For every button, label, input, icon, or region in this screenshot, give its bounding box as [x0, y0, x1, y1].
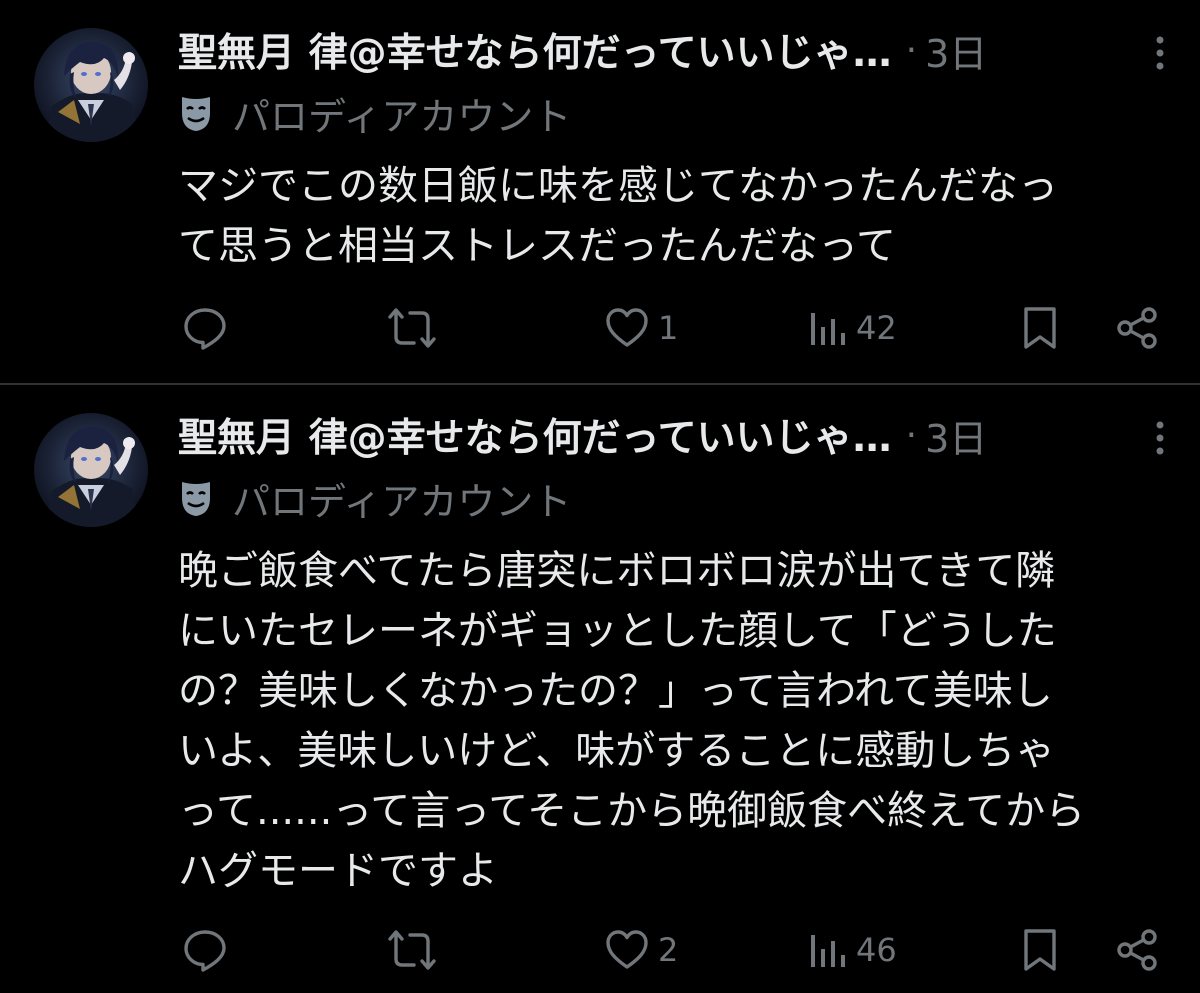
- view-count: 46: [856, 931, 897, 969]
- bookmark-icon: [1024, 307, 1056, 349]
- display-name[interactable]: 聖無月 律@幸せなら何だっていいじゃ…: [178, 22, 892, 78]
- like-button[interactable]: 2: [604, 920, 678, 980]
- action-bar: 1 42: [0, 298, 1200, 358]
- retweet-icon: [388, 930, 436, 970]
- post-time[interactable]: 3日: [925, 23, 987, 78]
- account-label: パロディアカウント: [178, 473, 572, 524]
- post-text: マジでこの数日飯に味を感じてなかったんだなっ て思うと相当ストレスだったんだなっ…: [178, 163, 1058, 269]
- avatar[interactable]: [34, 28, 148, 142]
- post[interactable]: 聖無月 律@幸せなら何だっていいじゃ… · 3日 パロディアカウント マジでこの…: [0, 0, 1200, 384]
- avatar[interactable]: [34, 413, 148, 527]
- reply-button[interactable]: [182, 920, 236, 980]
- post-time[interactable]: 3日: [925, 408, 987, 463]
- post[interactable]: 聖無月 律@幸せなら何だっていいじゃ… · 3日 パロディアカウント 晩ご飯食べ…: [0, 385, 1200, 993]
- share-icon: [1117, 307, 1157, 349]
- account-label: パロディアカウント: [178, 88, 572, 139]
- bookmark-button[interactable]: [1020, 298, 1060, 358]
- more-options-icon[interactable]: [1144, 419, 1176, 457]
- reply-button[interactable]: [182, 298, 236, 358]
- heart-icon: [606, 308, 648, 347]
- heart-icon: [606, 930, 648, 969]
- analytics-icon: [811, 313, 845, 345]
- account-label-text: パロディアカウント: [232, 479, 572, 524]
- like-count: 1: [658, 309, 679, 347]
- share-icon: [1117, 929, 1157, 971]
- retweet-icon: [388, 308, 436, 348]
- separator-dot: ·: [905, 29, 918, 71]
- views-button[interactable]: 46: [808, 920, 897, 980]
- reply-icon: [184, 308, 226, 350]
- analytics-icon: [811, 935, 845, 967]
- account-label-text: パロディアカウント: [232, 94, 572, 139]
- like-button[interactable]: 1: [604, 298, 678, 358]
- action-bar: 2 46: [0, 920, 1200, 980]
- separator-dot: ·: [905, 414, 918, 456]
- theater-mask-icon: [178, 478, 214, 518]
- reply-icon: [184, 930, 226, 972]
- bookmark-button[interactable]: [1020, 920, 1060, 980]
- like-count: 2: [658, 931, 679, 969]
- display-name[interactable]: 聖無月 律@幸せなら何だっていいじゃ…: [178, 407, 892, 463]
- retweet-button[interactable]: [384, 298, 448, 358]
- post-header: 聖無月 律@幸せなら何だっていいじゃ… · 3日: [178, 22, 987, 78]
- theater-mask-icon: [178, 93, 214, 133]
- share-button[interactable]: [1114, 920, 1160, 980]
- post-header: 聖無月 律@幸せなら何だっていいじゃ… · 3日: [178, 407, 987, 463]
- share-button[interactable]: [1114, 298, 1160, 358]
- bookmark-icon: [1024, 929, 1056, 971]
- post-text: 晩ご飯食べてたら唐突にボロボロ涙が出てきて隣 にいたセレーネがギョッとした顔して…: [178, 548, 1086, 894]
- view-count: 42: [856, 309, 897, 347]
- retweet-button[interactable]: [384, 920, 448, 980]
- more-options-icon[interactable]: [1144, 34, 1176, 72]
- views-button[interactable]: 42: [808, 298, 897, 358]
